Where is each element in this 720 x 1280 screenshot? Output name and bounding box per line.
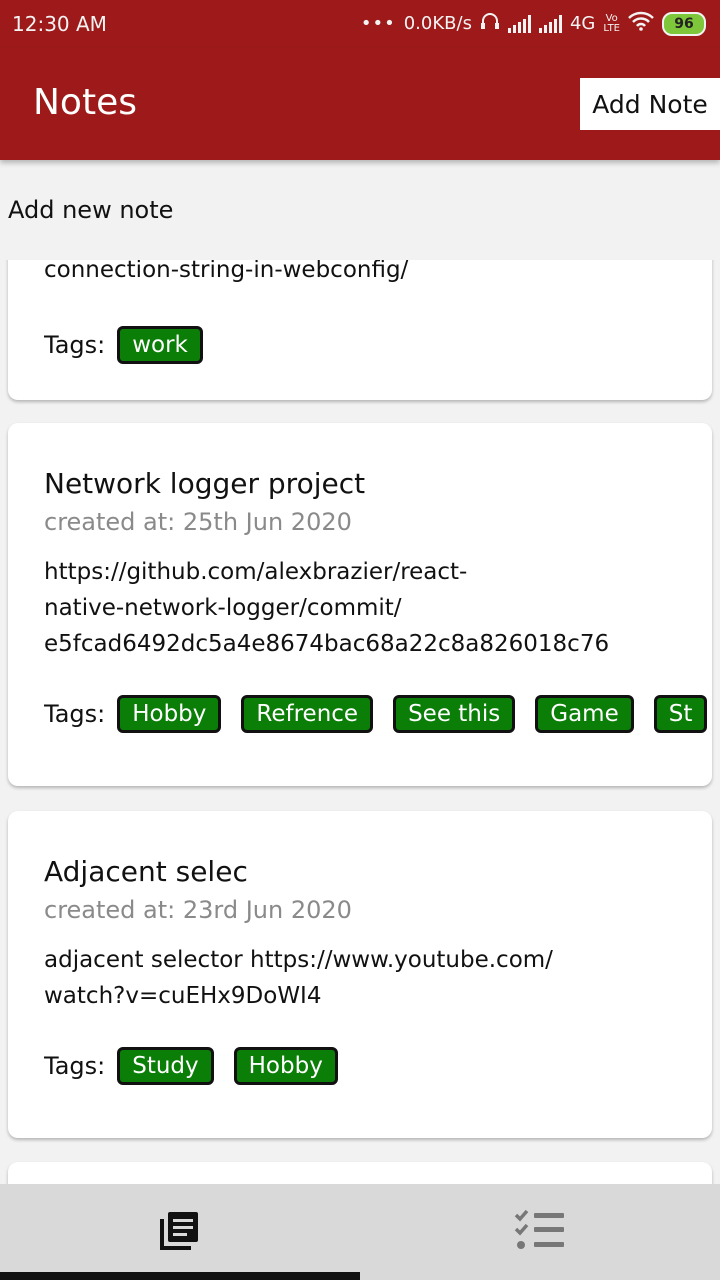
add-note-button[interactable]: Add Note <box>580 78 720 130</box>
more-dots-icon: ••• <box>360 13 396 34</box>
tags-label: Tags: <box>44 331 106 359</box>
note-body: https://github.com/alexbrazier/react- na… <box>44 554 609 662</box>
status-bar: 12:30 AM ••• 0.0KB/s 4G Vo LTE 96 <box>0 0 720 48</box>
notes-list[interactable]: connection-string-in-webconfig/ Tags: wo… <box>0 260 720 1184</box>
note-body-line: https://github.com/alexbrazier/react- <box>44 559 468 585</box>
note-card[interactable]: Adjacent selec created at: 23rd Jun 2020… <box>8 811 712 1138</box>
tags-row: Tags: Study Hobby <box>44 1047 358 1085</box>
app-bar: Notes Add Note <box>0 48 720 160</box>
note-title: Network logger project <box>44 467 366 500</box>
tab-checklist[interactable] <box>360 1184 720 1280</box>
volte-icon: Vo LTE <box>603 12 620 34</box>
note-body: adjacent selector https://www.youtube.co… <box>44 942 553 1014</box>
tags-row: Tags: work <box>44 326 223 364</box>
tag-chip[interactable]: St <box>653 695 708 733</box>
network-type: 4G <box>569 13 596 34</box>
note-created-date: created at: 23rd Jun 2020 <box>44 896 352 924</box>
bottom-tab-bar <box>0 1184 720 1280</box>
note-card[interactable]: connection-string-in-webconfig/ Tags: wo… <box>8 260 712 400</box>
active-tab-indicator <box>0 1272 360 1280</box>
tag-chip[interactable]: Game <box>535 695 634 733</box>
wifi-icon <box>628 11 654 36</box>
checklist-icon <box>514 1209 566 1255</box>
page-title: Notes <box>33 82 137 123</box>
network-speed: 0.0KB/s <box>403 13 472 34</box>
add-new-note-link[interactable]: Add new note <box>8 196 173 224</box>
note-card[interactable]: Network logger project created at: 25th … <box>8 423 712 786</box>
tags-label: Tags: <box>44 700 106 728</box>
tag-chip[interactable]: Study <box>117 1047 214 1085</box>
note-title: Adjacent selec <box>44 855 248 888</box>
tag-chip[interactable]: Refrence <box>241 695 374 733</box>
tags-label: Tags: <box>44 1052 106 1080</box>
signal-strength-icon <box>507 14 531 33</box>
note-body-line: adjacent selector https://www.youtube.co… <box>44 947 553 973</box>
status-time: 12:30 AM <box>12 12 107 36</box>
notes-list-icon <box>159 1209 201 1255</box>
tag-chip[interactable]: Hobby <box>117 695 222 733</box>
tag-chip[interactable]: Hobby <box>233 1047 338 1085</box>
tab-notes[interactable] <box>0 1184 360 1280</box>
battery-icon: 96 <box>662 11 706 36</box>
note-created-date: created at: 25th Jun 2020 <box>44 508 352 536</box>
tag-chip[interactable]: work <box>117 326 203 364</box>
signal-strength-icon-2 <box>538 14 562 33</box>
note-body-line: native-network-logger/commit/ <box>44 595 402 621</box>
tag-chip[interactable]: See this <box>393 695 516 733</box>
tags-row: Tags: Hobby Refrence See this Game St <box>44 695 712 733</box>
headphones-icon <box>480 12 500 35</box>
note-body-line: watch?v=cuEHx9DoWI4 <box>44 983 322 1009</box>
note-body: connection-string-in-webconfig/ <box>44 260 409 283</box>
note-card[interactable] <box>8 1162 712 1184</box>
status-icons: ••• 0.0KB/s 4G Vo LTE 96 <box>361 11 706 36</box>
note-body-line: e5fcad6492dc5a4e8674bac68a22c8a826018c76 <box>44 631 610 657</box>
